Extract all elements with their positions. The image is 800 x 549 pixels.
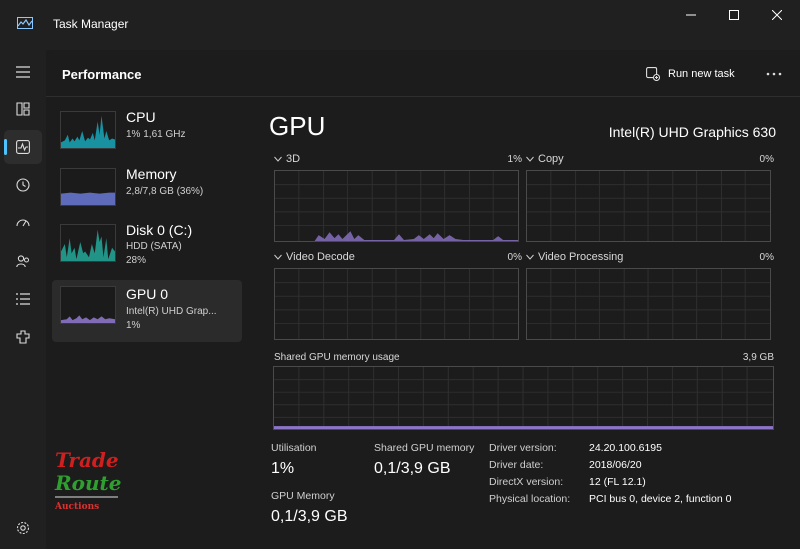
more-icon xyxy=(766,72,782,76)
hamburger-icon xyxy=(16,66,30,78)
performance-page: Performance Run new task CPU 1% 1,61 GHz… xyxy=(46,50,800,549)
header-divider xyxy=(46,96,800,97)
chevron-down-icon xyxy=(526,254,534,260)
services-icon xyxy=(16,330,30,344)
utilisation-label: Utilisation xyxy=(271,442,317,454)
perf-item-memory-name: Memory xyxy=(126,166,177,182)
gpu-memory-value: 0,1/3,9 GB xyxy=(271,508,348,525)
perf-item-cpu-name: CPU xyxy=(126,109,156,125)
processes-icon xyxy=(16,102,30,116)
graph-video-processing xyxy=(526,268,771,340)
graph-video-decode-percent: 0% xyxy=(507,252,522,263)
shared-memory-graph xyxy=(273,366,774,430)
window-title: Task Manager xyxy=(53,17,129,31)
perf-item-memory-detail: 2,8/7,8 GB (36%) xyxy=(126,186,204,197)
driver-version-value: 24.20.100.6195 xyxy=(589,442,662,454)
cpu-thumbnail-graph xyxy=(60,111,116,149)
gpu-memory-label: GPU Memory xyxy=(271,490,335,502)
details-icon xyxy=(16,293,30,305)
nav-rail xyxy=(0,50,46,549)
users-icon xyxy=(16,255,29,268)
perf-item-gpu-name: GPU 0 xyxy=(126,286,169,302)
directx-version-value: 12 (FL 12.1) xyxy=(589,476,646,488)
graph-video-processing-percent: 0% xyxy=(759,252,774,263)
physical-location-value: PCI bus 0, device 2, function 0 xyxy=(589,493,732,505)
graph-3d-percent: 1% xyxy=(507,154,522,165)
nav-performance[interactable] xyxy=(4,130,42,164)
directx-version-label: DirectX version: xyxy=(489,476,564,488)
perf-item-memory[interactable]: Memory 2,8/7,8 GB (36%) xyxy=(52,164,242,224)
chevron-down-icon xyxy=(274,254,282,260)
run-new-task-button[interactable]: Run new task xyxy=(646,63,735,85)
trade-route-auctions-logo: Trade Route Auctions xyxy=(54,448,121,512)
more-options-button[interactable] xyxy=(762,63,786,85)
nav-startup[interactable] xyxy=(4,206,42,240)
minimize-icon xyxy=(686,14,696,16)
driver-date-label: Driver date: xyxy=(489,459,544,471)
graph-3d xyxy=(274,170,519,242)
chevron-down-icon xyxy=(274,156,282,162)
graph-3d-label: 3D xyxy=(286,153,301,165)
nav-services[interactable] xyxy=(4,320,42,354)
perf-item-cpu[interactable]: CPU 1% 1,61 GHz xyxy=(52,107,242,167)
active-indicator xyxy=(4,139,7,155)
minimize-button[interactable] xyxy=(668,0,714,30)
graph-copy-percent: 0% xyxy=(759,154,774,165)
title-bar: Task Manager xyxy=(0,0,800,50)
page-title: Performance xyxy=(62,67,142,82)
disk-thumbnail-graph xyxy=(60,224,116,262)
perf-item-disk-type: HDD (SATA) xyxy=(126,241,182,252)
perf-item-cpu-detail: 1% 1,61 GHz xyxy=(126,129,186,140)
shared-gpu-memory-label: Shared GPU memory xyxy=(374,442,475,454)
close-icon xyxy=(772,10,782,20)
graph-3d-selector[interactable]: 3D xyxy=(274,153,300,165)
driver-date-value: 2018/06/20 xyxy=(589,459,642,471)
physical-location-label: Physical location: xyxy=(489,493,571,505)
perf-item-gpu[interactable]: GPU 0 Intel(R) UHD Grap... 1% xyxy=(52,280,242,342)
maximize-icon xyxy=(729,10,739,20)
nav-users[interactable] xyxy=(4,244,42,278)
hamburger-menu-button[interactable] xyxy=(4,55,42,89)
svg-text:Auctions: Auctions xyxy=(54,502,99,512)
close-button[interactable] xyxy=(754,0,800,30)
perf-item-disk[interactable]: Disk 0 (C:) HDD (SATA) 28% xyxy=(52,220,242,280)
perf-item-disk-name: Disk 0 (C:) xyxy=(126,222,193,238)
shared-gpu-memory-value: 0,1/3,9 GB xyxy=(374,460,451,477)
graph-video-decode-selector[interactable]: Video Decode xyxy=(274,251,355,263)
graph-video-processing-label: Video Processing xyxy=(538,251,624,263)
shared-memory-graph-label: Shared GPU memory usage xyxy=(274,352,400,363)
memory-thumbnail-graph xyxy=(60,168,116,206)
svg-text:Trade: Trade xyxy=(55,448,119,472)
graph-copy-selector[interactable]: Copy xyxy=(526,153,564,165)
shared-memory-graph-max: 3,9 GB xyxy=(742,352,774,363)
graph-copy xyxy=(526,170,771,242)
run-task-icon xyxy=(646,67,660,81)
nav-app-history[interactable] xyxy=(4,168,42,202)
run-new-task-label: Run new task xyxy=(668,68,735,80)
graph-copy-label: Copy xyxy=(538,153,564,165)
startup-icon xyxy=(16,219,30,227)
settings-icon xyxy=(16,521,30,535)
gpu-model-name: Intel(R) UHD Graphics 630 xyxy=(608,124,776,140)
gpu-heading: GPU xyxy=(269,111,326,141)
task-manager-app-icon xyxy=(17,17,33,29)
nav-processes[interactable] xyxy=(4,92,42,126)
graph-video-decode-label: Video Decode xyxy=(286,251,355,263)
utilisation-value: 1% xyxy=(271,460,295,477)
nav-details[interactable] xyxy=(4,282,42,316)
perf-item-disk-usage: 28% xyxy=(126,255,147,266)
driver-version-label: Driver version: xyxy=(489,442,557,454)
app-history-icon xyxy=(16,178,30,192)
nav-settings[interactable] xyxy=(4,511,42,545)
perf-item-gpu-model: Intel(R) UHD Grap... xyxy=(126,306,217,317)
maximize-button[interactable] xyxy=(711,0,757,30)
graph-video-processing-selector[interactable]: Video Processing xyxy=(526,251,623,263)
performance-icon xyxy=(16,140,30,154)
perf-item-gpu-usage: 1% xyxy=(126,320,141,331)
gpu-thumbnail-graph xyxy=(60,286,116,324)
graph-video-decode xyxy=(274,268,519,340)
chevron-down-icon xyxy=(526,156,534,162)
svg-text:Route: Route xyxy=(54,471,121,495)
